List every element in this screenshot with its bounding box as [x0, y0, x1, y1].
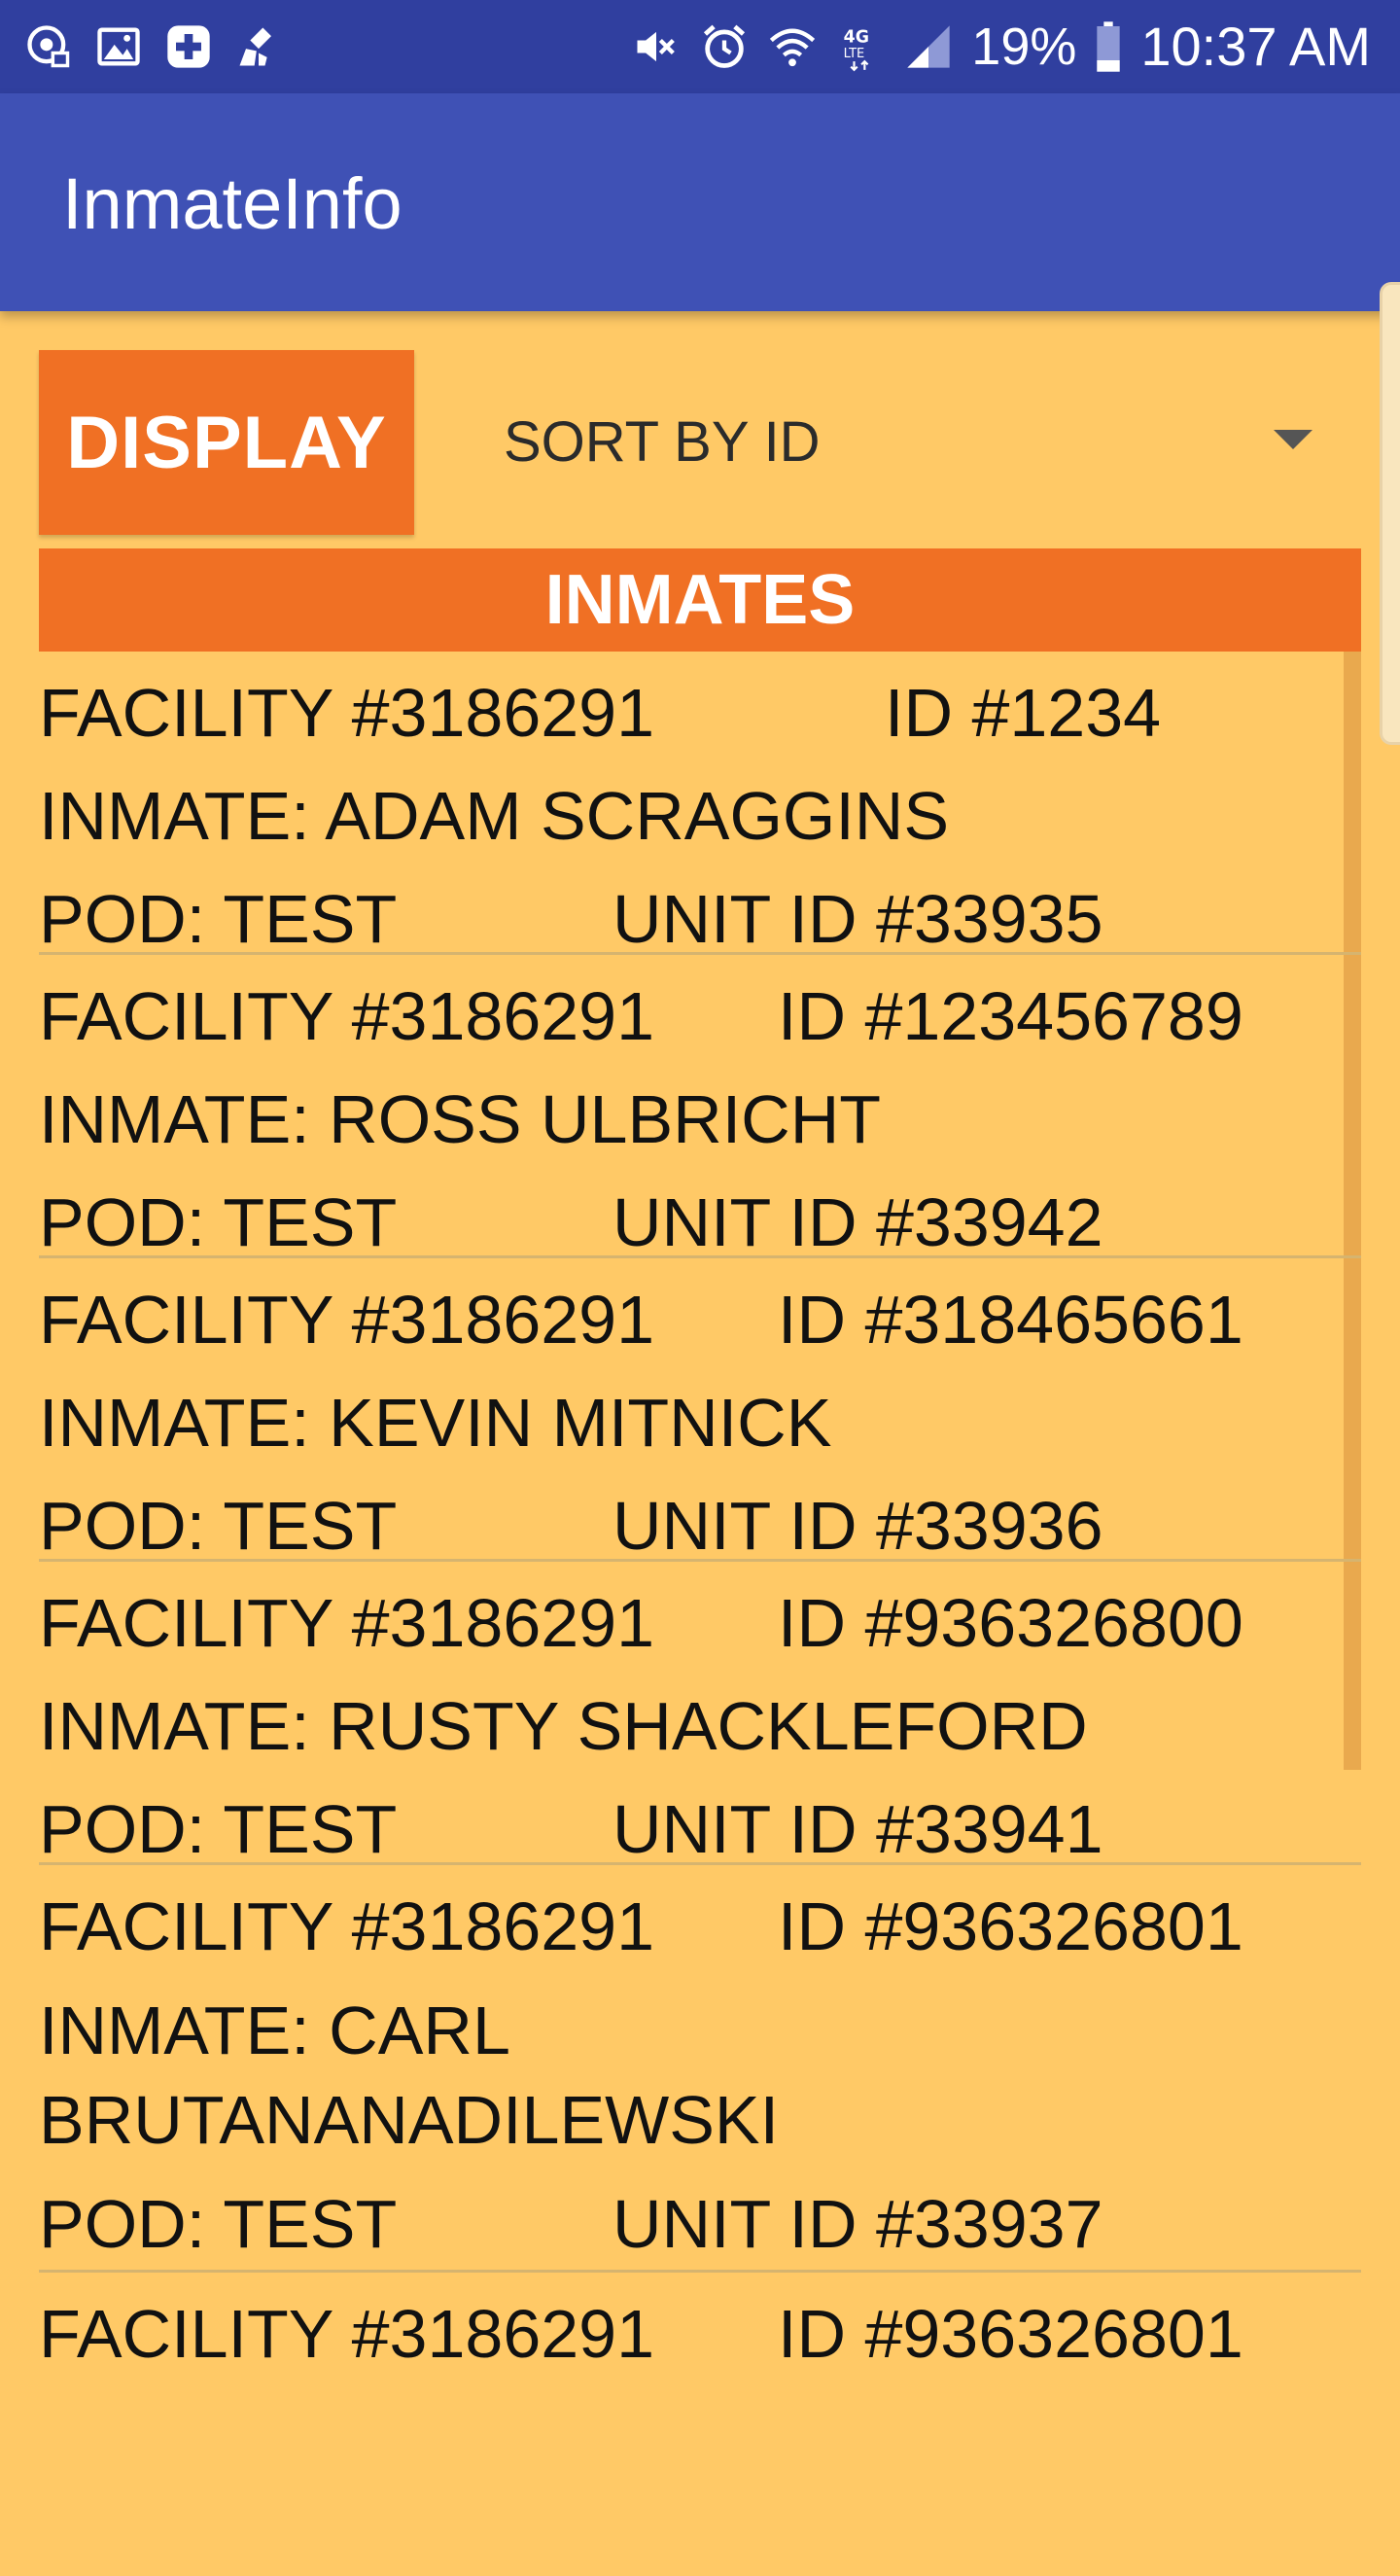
pod-name: POD: TEST	[39, 1791, 398, 1867]
facility-number: FACILITY #3186291	[39, 1282, 655, 1358]
facility-line: FACILITY #3186291 ID #936326801	[39, 2282, 1361, 2385]
inmate-name: INMATE: ROSS ULBRICHT	[39, 1081, 882, 1157]
inmate-row[interactable]: FACILITY #3186291 ID #318465661 INMATE: …	[39, 1258, 1361, 1564]
svg-text:4G: 4G	[844, 28, 869, 48]
facility-number: FACILITY #3186291	[39, 1585, 655, 1661]
sort-selected-value: SORT BY ID	[504, 410, 821, 474]
medical-plus-icon	[163, 21, 214, 72]
notification-icons	[23, 18, 284, 76]
facility-number: FACILITY #3186291	[39, 1888, 655, 1964]
inmate-id: ID #936326800	[778, 1585, 1243, 1661]
inmate-id: ID #936326801	[778, 1888, 1243, 1964]
inmate-row[interactable]: FACILITY #3186291 ID #936326801	[39, 2273, 1361, 2576]
status-bar: 4G LTE 19% 10:37 AM	[0, 0, 1400, 93]
inmate-name: INMATE: KEVIN MITNICK	[39, 1385, 832, 1461]
inmate-row[interactable]: FACILITY #3186291 ID #123456789 INMATE: …	[39, 955, 1361, 1260]
facility-number: FACILITY #3186291	[39, 675, 655, 751]
battery-icon	[1094, 21, 1123, 72]
facility-line: FACILITY #3186291 ID #1234	[39, 661, 1361, 764]
facility-number: FACILITY #3186291	[39, 2296, 655, 2372]
controls-row: DISPLAY SORT BY ID	[39, 350, 1361, 535]
system-status: 4G LTE 19% 10:37 AM	[631, 14, 1371, 80]
cleaner-icon	[233, 21, 284, 72]
facility-line: FACILITY #3186291 ID #318465661	[39, 1268, 1361, 1371]
unit-id: UNIT ID #33937	[612, 2186, 1103, 2262]
inmate-row[interactable]: FACILITY #3186291 ID #1234 INMATE: ADAM …	[39, 652, 1361, 957]
pod-name: POD: TEST	[39, 881, 398, 957]
display-button[interactable]: DISPLAY	[39, 350, 414, 535]
signal-icon	[903, 21, 954, 72]
app-title: InmateInfo	[62, 163, 402, 244]
inmate-name: INMATE: CARL BRUTANANADILEWSKI	[39, 1993, 780, 2158]
pod-name: POD: TEST	[39, 1184, 398, 1260]
facility-line: FACILITY #3186291 ID #936326800	[39, 1571, 1361, 1675]
inmate-id: ID #936326801	[778, 2296, 1243, 2372]
facility-line: FACILITY #3186291 ID #936326801	[39, 1875, 1361, 1978]
edge-panel-handle[interactable]	[1380, 282, 1400, 745]
pod-line: POD: TEST UNIT ID #33937	[39, 2172, 1361, 2276]
sort-dropdown[interactable]: SORT BY ID	[467, 350, 1361, 535]
inmates-header: INMATES	[39, 548, 1361, 652]
svg-text:LTE: LTE	[844, 47, 865, 61]
inmate-name: INMATE: ADAM SCRAGGINS	[39, 778, 950, 854]
voicemail-icon	[23, 21, 74, 72]
pod-name: POD: TEST	[39, 1488, 398, 1564]
inmate-id: ID #1234	[885, 675, 1162, 751]
app-bar: InmateInfo	[0, 93, 1400, 311]
gallery-icon	[93, 21, 144, 72]
facility-line: FACILITY #3186291 ID #123456789	[39, 965, 1361, 1068]
alarm-icon	[699, 21, 750, 72]
inmate-row[interactable]: FACILITY #3186291 ID #936326801 INMATE: …	[39, 1865, 1361, 2273]
wifi-icon	[767, 21, 818, 72]
inmate-row[interactable]: FACILITY #3186291 ID #936326800 INMATE: …	[39, 1562, 1361, 1867]
clock: 10:37 AM	[1140, 16, 1371, 77]
inmate-id: ID #318465661	[778, 1282, 1243, 1358]
pod-name: POD: TEST	[39, 2186, 398, 2262]
battery-percent: 19%	[971, 18, 1077, 76]
4g-lte-icon: 4G LTE	[835, 21, 886, 72]
dropdown-caret-icon	[1274, 430, 1312, 449]
inmate-list[interactable]: FACILITY #3186291 ID #1234 INMATE: ADAM …	[39, 652, 1361, 2576]
facility-number: FACILITY #3186291	[39, 978, 655, 1054]
inmate-id: ID #123456789	[778, 978, 1243, 1054]
mute-icon	[631, 21, 682, 72]
inmate-name: INMATE: RUSTY SHACKLEFORD	[39, 1688, 1088, 1764]
